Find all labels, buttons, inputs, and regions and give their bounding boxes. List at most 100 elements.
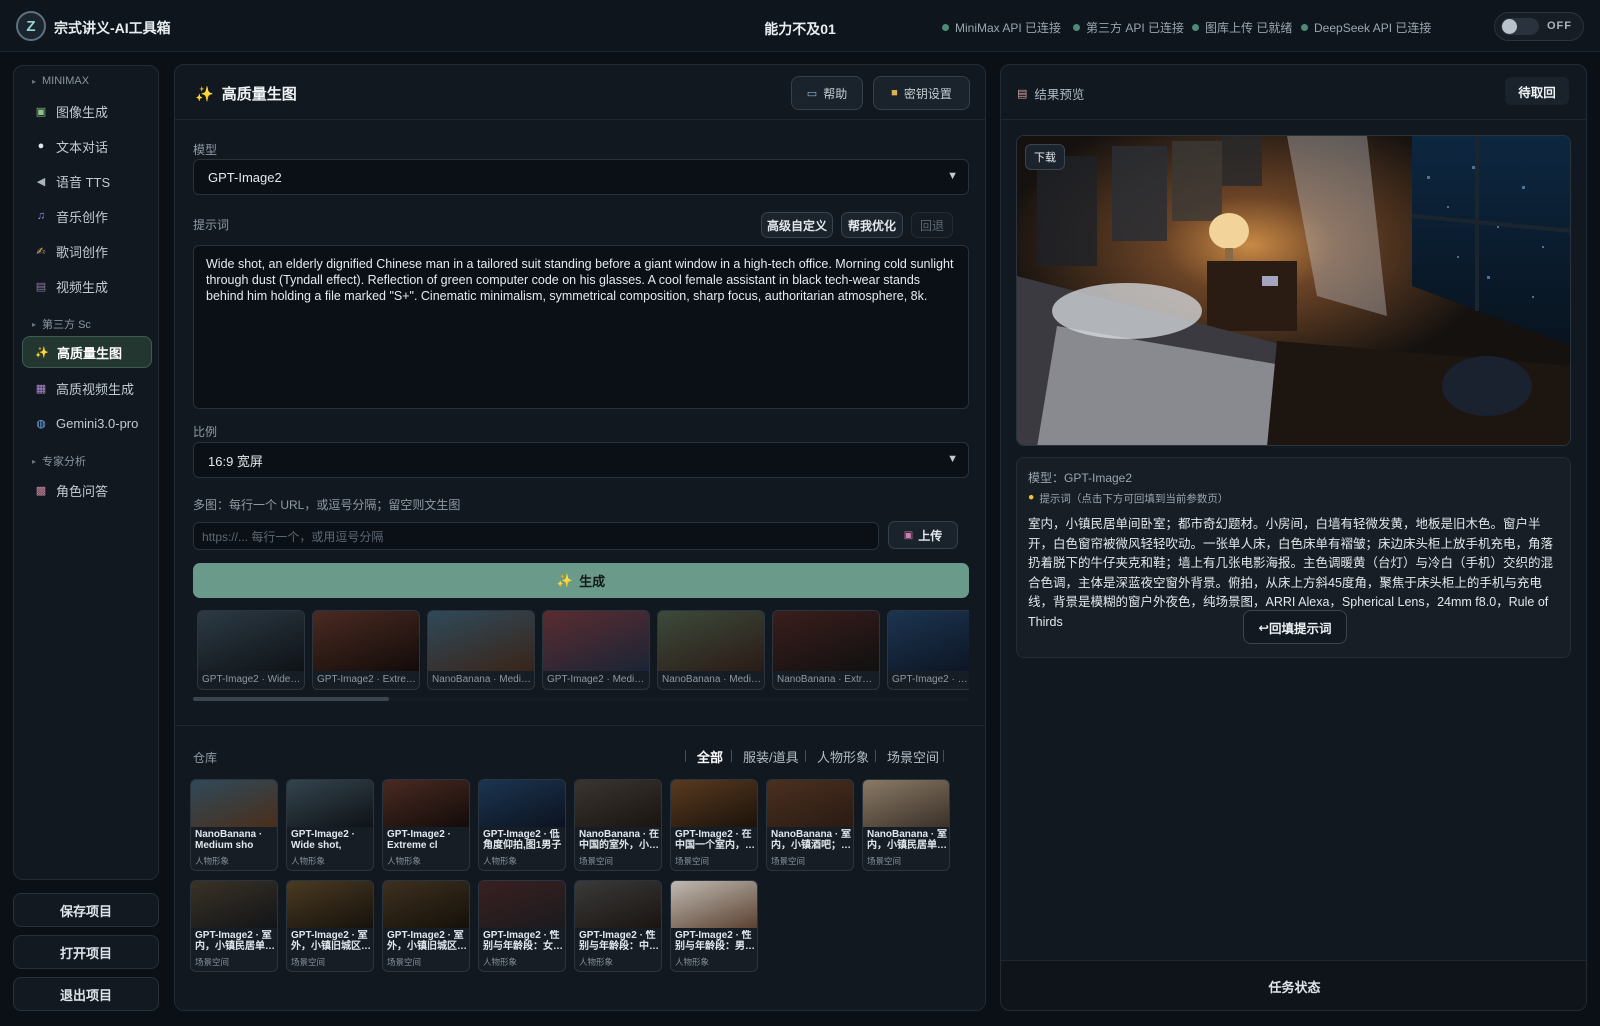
power-toggle[interactable]: OFF [1494,12,1584,41]
repo-card-title: GPT-Image2 · 室外，小镇旧城区… [291,930,371,952]
sidebar-item-lyrics[interactable]: ✍ 歌词创作 [22,235,152,267]
repo-card[interactable]: GPT-Image2 · 性别与年龄段：中… 人物形象 [574,880,662,972]
repo-card[interactable]: GPT-Image2 · 在中国一个室内，… 场景空间 [670,779,758,871]
sidebar-item-music[interactable]: ♫ 音乐创作 [22,200,152,232]
save-project-button[interactable]: 保存项目 [13,893,159,927]
download-button[interactable]: 下载 [1025,144,1065,170]
repo-card-category: 人物形象 [387,856,422,866]
url-input[interactable]: https://... 每行一个，或用逗号分隔 [193,522,879,550]
history-thumb[interactable]: GPT-Image2 · … [887,610,969,690]
repo-card-category: 场景空间 [195,957,230,967]
repo-card[interactable]: NanoBanana · 室内，小镇酒吧；… 场景空间 [766,779,854,871]
history-strip: GPT-Image2 · Wide s… GPT-Image2 · Extrem… [197,610,969,690]
repo-card-category: 场景空间 [675,856,710,866]
tab-clothing-props[interactable]: 服装/道具 [743,747,799,766]
sidebar-item-hq-image[interactable]: ✨ 高质量生图 [22,336,152,368]
tab-all[interactable]: 全部 [697,747,723,766]
repo-card[interactable]: GPT-Image2 · Wide shot, 人物形象 [286,779,374,871]
lightbulb-icon: ● [1028,491,1035,503]
revert-button[interactable]: 回退 [911,212,953,238]
tab-scenes[interactable]: 场景空间 [887,747,939,766]
repo-card[interactable]: NanoBanana · 在中国的室外，小… 场景空间 [574,779,662,871]
history-thumb-image [428,611,534,671]
optimize-button[interactable]: 帮我优化 [841,212,903,238]
repo-card[interactable]: NanoBanana · 室内，小镇民居单… 场景空间 [862,779,950,871]
history-thumb[interactable]: GPT-Image2 · Extrem… [312,610,420,690]
app-title: 宗式讲义-AI工具箱 [54,20,171,36]
repo-card-image [191,780,277,827]
history-thumb[interactable]: NanoBanana · Mediu… [657,610,765,690]
history-thumb[interactable]: NanoBanana · Extre… [772,610,880,690]
sidebar-item-text-chat[interactable]: ● 文本对话 [22,130,152,162]
scrollbar-thumb[interactable] [193,697,389,701]
open-project-button[interactable]: 打开项目 [13,935,159,969]
sidebar-item-video[interactable]: ▤ 视频生成 [22,270,152,302]
sidebar-item-hq-video[interactable]: ▦ 高质视频生成 [22,372,152,404]
repo-card-image [383,881,469,928]
upload-icon: ▣ [903,529,914,541]
repo-card-image [863,780,949,827]
repo-card[interactable]: GPT-Image2 · 室外，小镇旧城区… 场景空间 [382,880,470,972]
repo-card[interactable]: GPT-Image2 · Extreme cl 人物形象 [382,779,470,871]
repo-card-category: 人物形象 [675,957,710,967]
page-title: ✨ 高质量生图 [195,85,297,104]
repo-card-category: 人物形象 [195,856,230,866]
prompt-label: 提示词 [193,218,230,232]
key-settings-button[interactable]: ■ 密钥设置 [873,76,970,110]
lock-icon: ■ [891,87,898,99]
repo-card[interactable]: GPT-Image2 · 低角度仰拍,图1男子 人物形象 [478,779,566,871]
history-thumb[interactable]: GPT-Image2 · Wide s… [197,610,305,690]
repo-card[interactable]: NanoBanana · Medium sho 人物形象 [190,779,278,871]
repo-card-category: 场景空间 [387,957,422,967]
center-title: 能力不及01 [764,21,836,37]
sidebar-item-image-gen[interactable]: ▣ 图像生成 [22,95,152,127]
repo-card[interactable]: GPT-Image2 · 室内，小镇民居单… 场景空间 [190,880,278,972]
repo-card-image [479,780,565,827]
repo-card-category: 场景空间 [579,856,614,866]
repo-card-title: NanoBanana · Medium sho [195,829,263,851]
status-upload: 图库上传 已就绪 [1192,19,1292,36]
exit-project-button[interactable]: 退出项目 [13,977,159,1011]
clapper-icon: ▦ [35,382,47,395]
sidebar: MINIMAX ▣图像生成 ●文本对话 ◀语音 TTS ♫音乐创作 ✍歌词创作 … [13,65,159,880]
history-thumb[interactable]: GPT-Image2 · Mediu… [542,610,650,690]
tab-separator [731,750,732,762]
help-button[interactable]: ▭ 帮助 [791,76,863,110]
sidebar-item-gemini[interactable]: ◍ Gemini3.0-pro [22,407,152,439]
repo-card[interactable]: GPT-Image2 · 室外，小镇旧城区… 场景空间 [286,880,374,972]
repo-card-image [575,780,661,827]
history-thumb-image [313,611,419,671]
robot-icon: ▩ [35,484,47,497]
toggle-knob[interactable] [1501,18,1539,35]
main-panel: ✨ 高质量生图 ▭ 帮助 ■ 密钥设置 模型 GPT-Image2 ▼ 提示词 高级自定… [174,64,986,1011]
globe-icon: ◍ [36,417,46,430]
video-icon: ▤ [35,280,47,293]
fetch-pending-button[interactable]: 待取回 [1505,77,1569,105]
history-thumb-image [888,611,969,671]
sidebar-item-role-qa[interactable]: ▩ 角色问答 [22,474,152,506]
repo-card[interactable]: GPT-Image2 · 性别与年龄段：女… 人物形象 [478,880,566,972]
model-select[interactable]: GPT-Image2 ▼ [193,159,969,195]
repo-card[interactable]: GPT-Image2 · 性别与年龄段：男… 人物形象 [670,880,758,972]
ratio-select[interactable]: 16:9 宽屏 ▼ [193,442,969,478]
history-thumb-image [773,611,879,671]
clipboard-icon: ▤ [1017,88,1028,100]
advanced-custom-button[interactable]: 高级自定义 [761,212,833,238]
sidebar-item-tts[interactable]: ◀ 语音 TTS [22,165,152,197]
generate-button[interactable]: ✨ 生成 [193,563,969,598]
history-thumb-image [543,611,649,671]
repo-card-image [575,881,661,928]
status-deepseek: DeepSeek API 已连接 [1301,19,1431,36]
tab-characters[interactable]: 人物形象 [817,747,869,766]
history-scrollbar[interactable] [193,697,969,701]
backfill-prompt-button[interactable]: ↩ 回填提示词 [1243,610,1347,644]
prompt-textarea[interactable]: Wide shot, an elderly dignified Chinese … [193,245,969,409]
repo-card-category: 人物形象 [483,957,518,967]
upload-button[interactable]: ▣ 上传 [888,521,958,549]
history-thumb[interactable]: NanoBanana · Mediu… [427,610,535,690]
header-divider [175,119,985,120]
repo-card-image [287,881,373,928]
repo-card-image [671,780,757,827]
status-third-party: 第三方 API 已连接 [1073,19,1184,36]
task-status-bar[interactable]: 任务状态 [1001,960,1586,1010]
